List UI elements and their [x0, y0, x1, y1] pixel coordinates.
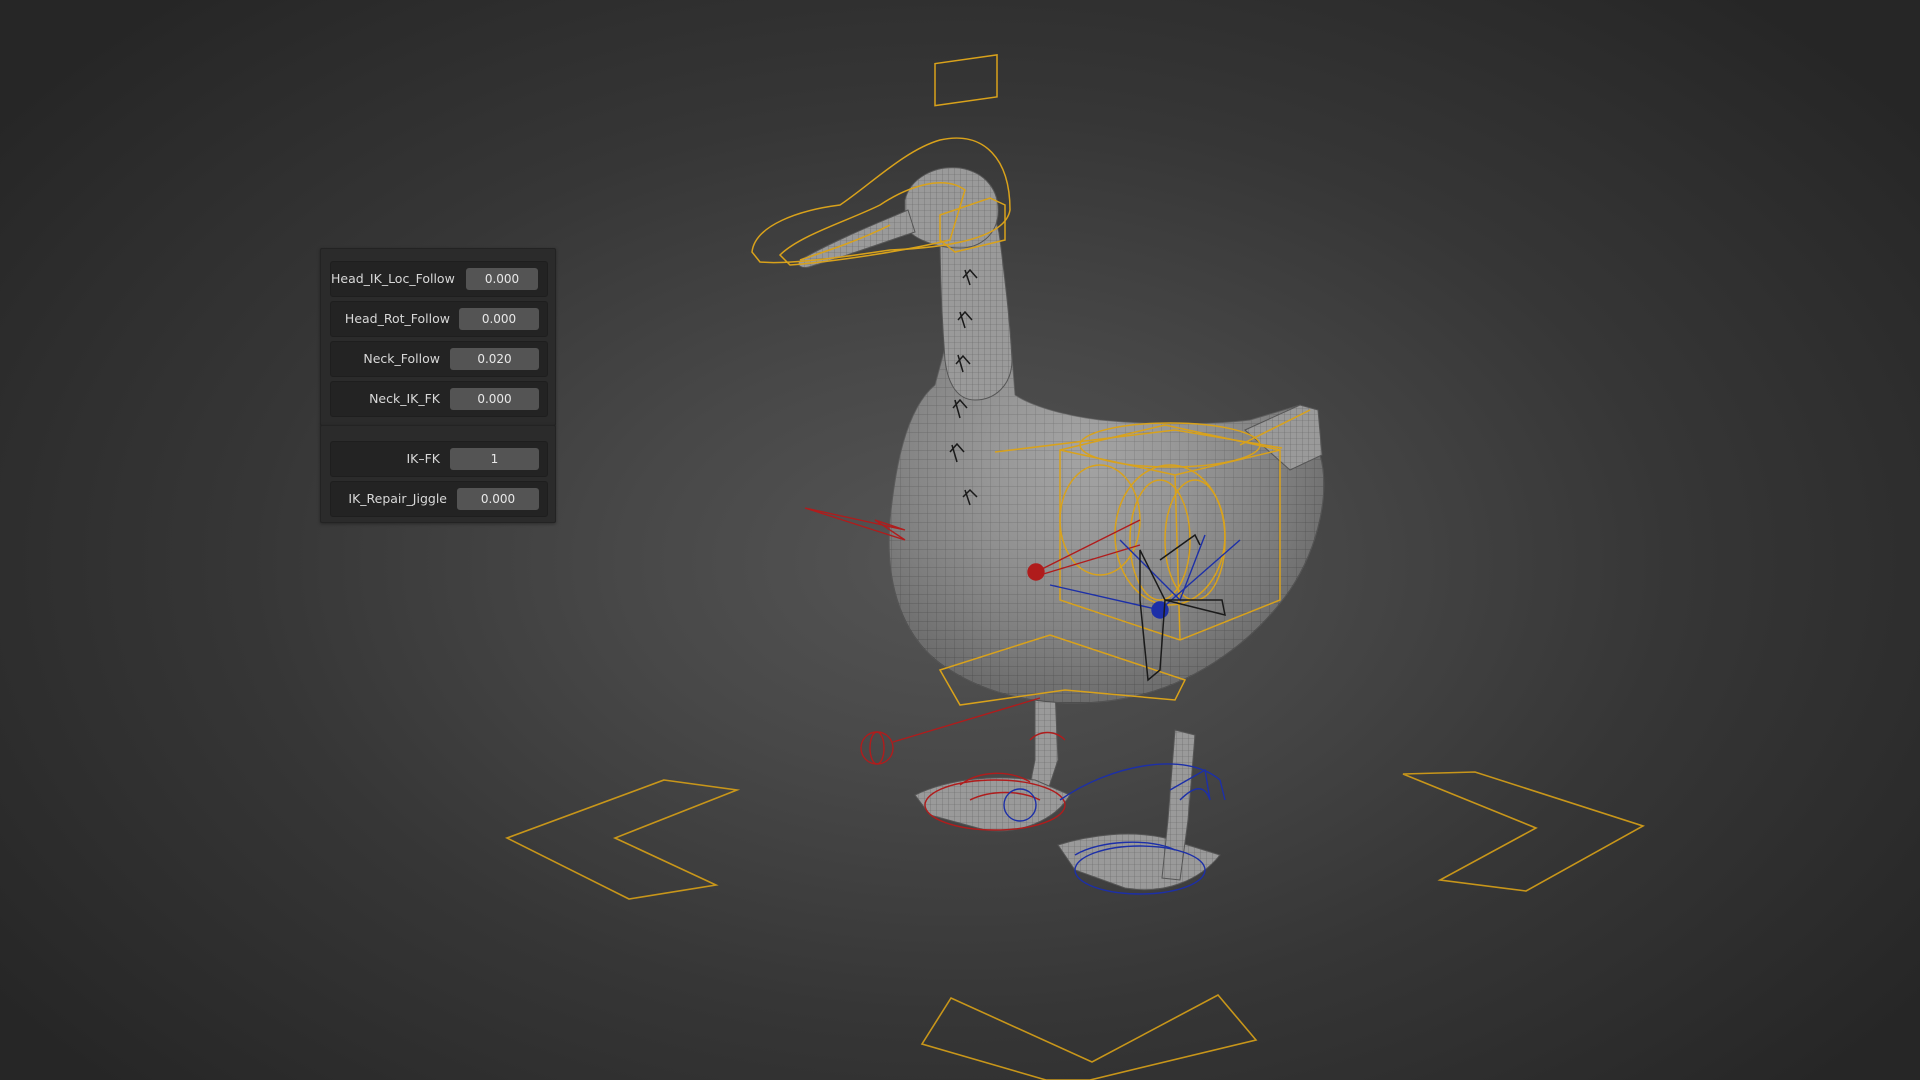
ik-properties-panel: IK–FK 1 IK_Repair_Jiggle 0.000 — [320, 425, 556, 523]
ik-fk-row: IK–FK 1 — [330, 441, 548, 477]
ik-repair-jiggle-row: IK_Repair_Jiggle 0.000 — [330, 481, 548, 517]
ik-fk-field[interactable]: 1 — [450, 448, 539, 470]
root-control-bottom-arrow[interactable] — [920, 993, 1258, 1080]
goose-rig-scene[interactable] — [0, 0, 1920, 1080]
head-ik-loc-follow-row: Head_IK_Loc_Follow 0.000 — [330, 261, 548, 297]
neck-follow-label: Neck_Follow — [363, 351, 440, 366]
neck-ik-fk-row: Neck_IK_FK 0.000 — [330, 381, 548, 417]
neck-follow-row: Neck_Follow 0.020 — [330, 341, 548, 377]
ik-repair-jiggle-field[interactable]: 0.000 — [457, 488, 539, 510]
head-ik-loc-follow-label: Head_IK_Loc_Follow — [331, 271, 455, 286]
neck-follow-field[interactable]: 0.020 — [450, 348, 539, 370]
root-control-right-arrow[interactable] — [1402, 771, 1646, 892]
head-properties-panel: Head_IK_Loc_Follow 0.000 Head_Rot_Follow… — [320, 248, 556, 426]
root-control-left-arrow[interactable] — [504, 779, 741, 900]
neck-ik-fk-field[interactable]: 0.000 — [450, 388, 539, 410]
3d-viewport[interactable]: Head_IK_Loc_Follow 0.000 Head_Rot_Follow… — [0, 0, 1920, 1080]
ik-repair-jiggle-label: IK_Repair_Jiggle — [348, 491, 447, 506]
head-rot-follow-row: Head_Rot_Follow 0.000 — [330, 301, 548, 337]
ik-fk-label: IK–FK — [406, 451, 440, 466]
head-ik-loc-follow-field[interactable]: 0.000 — [466, 268, 538, 290]
neck-ik-fk-label: Neck_IK_FK — [369, 391, 440, 406]
head-rot-follow-field[interactable]: 0.000 — [459, 308, 539, 330]
head-rot-follow-label: Head_Rot_Follow — [344, 311, 450, 326]
